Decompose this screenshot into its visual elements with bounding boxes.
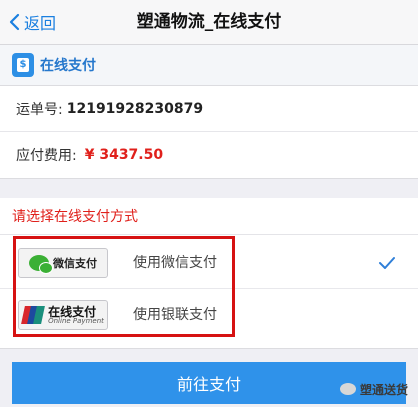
waybill-number: 12191928230879 [66,100,204,117]
watermark-text: 塑通送货 [359,382,408,397]
fee-row: 应付费用: ¥ 3437.50 [0,132,418,177]
divider [0,348,418,363]
section-title: 在线支付 [40,58,96,74]
wallet-icon: $ [12,53,34,77]
divider [0,234,418,235]
watermark: 塑通送货 [339,380,408,398]
order-info: 运单号: 12191928230879 应付费用: ¥ 3437.50 [0,86,418,178]
nav-bar: 返回 塑通物流_在线支付 [0,0,418,45]
highlight-box [13,236,235,337]
waybill-label: 运单号: [16,101,63,118]
wechat-account-icon [339,383,356,395]
divider [0,178,418,199]
section-header: $ 在线支付 [0,45,418,86]
fee-value: ¥ 3437.50 [84,146,164,163]
waybill-row: 运单号: 12191928230879 [0,86,418,132]
checkmark-icon [379,257,395,269]
fee-label: 应付费用: [16,147,77,164]
page-title: 塑通物流_在线支付 [136,12,282,32]
method-prompt: 请选择在线支付方式 [12,209,138,225]
